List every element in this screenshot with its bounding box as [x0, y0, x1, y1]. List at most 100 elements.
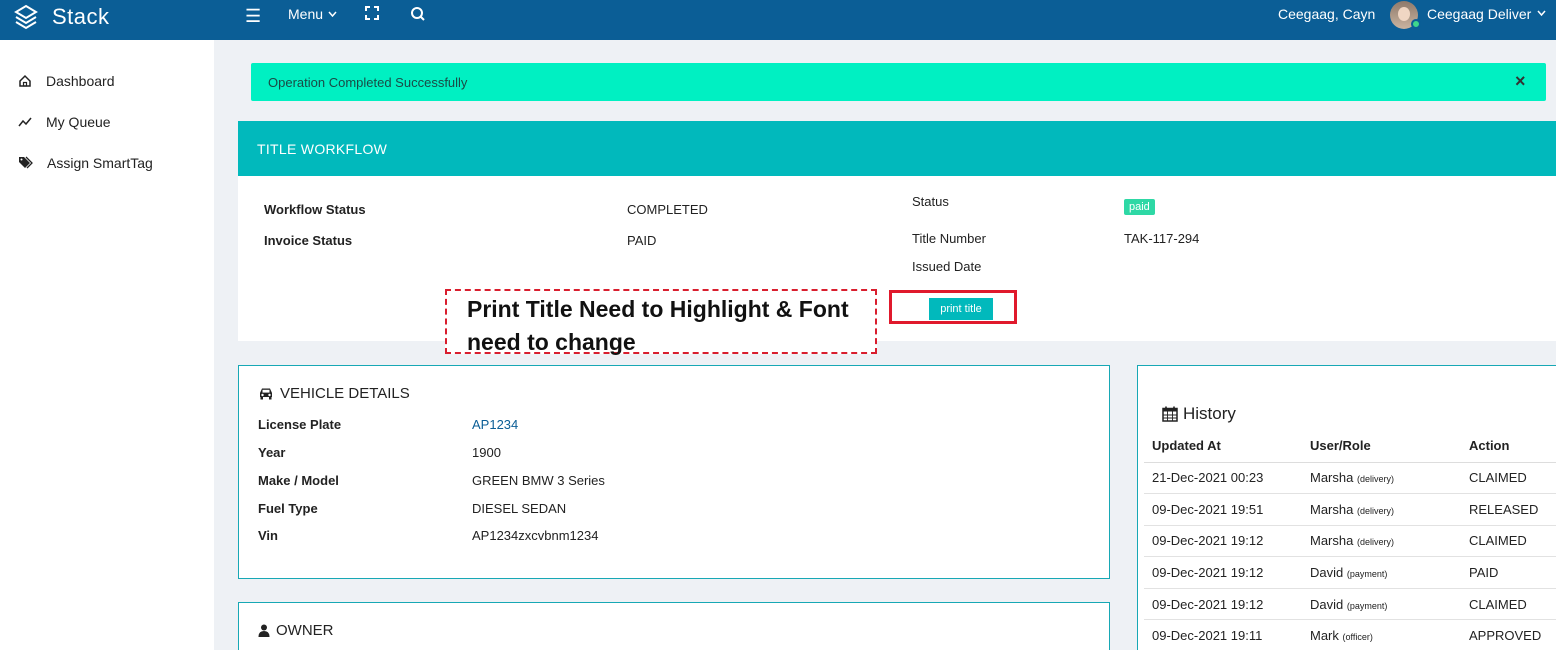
action-cell: RELEASED: [1461, 493, 1556, 526]
history-card: History Updated At User/Role Action 21-D…: [1137, 365, 1556, 650]
owner-title: OWNER: [276, 622, 334, 639]
close-icon[interactable]: ×: [1515, 71, 1526, 92]
license-plate-label: License Plate: [258, 417, 342, 432]
card-title: OWNER: [258, 622, 334, 639]
user-icon: [258, 624, 270, 637]
sidebar-item-assign-smarttag[interactable]: Assign SmartTag: [18, 155, 153, 171]
top-bar: Stack ☰ Menu Ceegaag, Cayn Ceegaag Deliv…: [0, 0, 1556, 40]
user-name: Mark: [1310, 628, 1339, 644]
sidebar-item-label: My Queue: [46, 114, 111, 130]
invoice-status-label: Invoice Status: [264, 233, 353, 248]
column-header: Updated At: [1144, 430, 1302, 463]
user-name: Marsha: [1310, 533, 1354, 549]
fuel-type-value: DIESEL SEDAN: [472, 501, 567, 516]
role-dropdown[interactable]: Ceegaag Deliver: [1427, 6, 1546, 22]
action-cell: CLAIMED: [1461, 588, 1556, 621]
make-model-label: Make / Model: [258, 473, 339, 488]
action-cell: CLAIMED: [1461, 462, 1556, 495]
role-tag: (delivery): [1356, 474, 1394, 485]
tags-icon: [19, 156, 33, 169]
action-cell: CLAIMED: [1461, 525, 1556, 558]
table-row: 21-Dec-2021 00:23 Marsha (delivery) CLAIME…: [1144, 462, 1556, 495]
action-cell: PAID: [1461, 556, 1556, 589]
user-role-cell: Marsha (delivery): [1302, 462, 1461, 495]
updated-at-cell: 09-Dec-2021 19:12: [1144, 525, 1302, 558]
status-label: Status: [912, 194, 949, 209]
column-header: User/Role: [1302, 430, 1461, 463]
issued-date-label: Issued Date: [912, 259, 982, 274]
menu-dropdown[interactable]: Menu: [288, 6, 337, 22]
user-name: David: [1310, 565, 1344, 581]
table-row: 09-Dec-2021 19:12 David (payment) CLAIMED: [1144, 588, 1556, 621]
updated-at-cell: 09-Dec-2021 19:11: [1144, 619, 1302, 650]
table-header-row: Updated At User/Role Action: [1144, 430, 1556, 463]
updated-at-cell: 21-Dec-2021 00:23: [1144, 462, 1302, 495]
role-tag: (payment): [1346, 569, 1388, 580]
chevron-down-icon: [1537, 10, 1546, 17]
search-icon[interactable]: [410, 6, 426, 25]
year-value: 1900: [472, 445, 501, 460]
user-role-cell: Marsha (delivery): [1302, 525, 1461, 558]
title-number-label: Title Number: [912, 231, 986, 246]
owner-card: OWNER: [238, 602, 1110, 650]
user-role-cell: David (payment): [1302, 588, 1461, 621]
card-title: VEHICLE DETAILS: [258, 385, 410, 402]
fullscreen-icon[interactable]: [364, 5, 380, 24]
workflow-status-label: Workflow Status: [264, 202, 366, 217]
table-row: 09-Dec-2021 19:11 Mark (officer) APPROVED: [1144, 619, 1556, 650]
user-role-cell: David (payment): [1302, 556, 1461, 589]
card-title: History: [1162, 404, 1236, 424]
updated-at-cell: 09-Dec-2021 19:12: [1144, 556, 1302, 589]
column-header: Action: [1461, 430, 1556, 463]
chevron-down-icon: [328, 11, 337, 17]
calendar-icon: [1162, 406, 1178, 422]
workflow-status-value: COMPLETED: [627, 202, 708, 217]
alert-message: Operation Completed Successfully: [268, 75, 468, 90]
vin-value: AP1234zxcvbnm1234: [472, 528, 599, 543]
sidebar-item-my-queue[interactable]: My Queue: [18, 114, 111, 130]
vin-label: Vin: [258, 528, 278, 543]
user-name: Marsha: [1310, 470, 1354, 486]
updated-at-cell: 09-Dec-2021 19:12: [1144, 588, 1302, 621]
user-role-cell: Mark (officer): [1302, 619, 1461, 650]
invoice-status-value: PAID: [627, 233, 657, 248]
trend-line-icon: [18, 117, 32, 127]
stack-logo-icon: [14, 4, 38, 30]
brand[interactable]: Stack: [14, 4, 110, 30]
role-tag: (payment): [1346, 600, 1388, 611]
hamburger-menu-icon[interactable]: ☰: [245, 6, 261, 27]
make-model-value: GREEN BMW 3 Series: [472, 473, 605, 488]
table-row: 09-Dec-2021 19:12 Marsha (delivery) CLAIME…: [1144, 525, 1556, 558]
role-tag: (officer): [1342, 632, 1373, 643]
sidebar-item-label: Assign SmartTag: [47, 155, 153, 171]
user-name: David: [1310, 596, 1344, 612]
status-badge: paid: [1124, 199, 1155, 215]
updated-at-cell: 09-Dec-2021 19:51: [1144, 493, 1302, 526]
vehicle-details-card: VEHICLE DETAILS License Plate AP1234 Yea…: [238, 365, 1110, 579]
history-title: History: [1183, 404, 1236, 423]
history-table: Updated At User/Role Action 21-Dec-2021 …: [1144, 430, 1556, 650]
print-title-button[interactable]: print title: [929, 298, 993, 320]
role-tag: (delivery): [1356, 505, 1394, 516]
car-icon: [260, 388, 272, 400]
sidebar: Dashboard My Queue Assign SmartTag: [0, 40, 214, 650]
role-tag: (delivery): [1356, 537, 1394, 548]
role-name: Ceegaag Deliver: [1427, 6, 1532, 22]
user-name: Ceegaag, Cayn: [1278, 6, 1376, 22]
success-alert: Operation Completed Successfully ×: [251, 63, 1546, 101]
sidebar-item-dashboard[interactable]: Dashboard: [18, 73, 115, 89]
online-status-dot: [1411, 19, 1421, 29]
user-name: Marsha: [1310, 501, 1354, 517]
annotation-text: Print Title Need to Highlight & Font nee…: [467, 296, 849, 355]
table-row: 09-Dec-2021 19:12 David (payment) PAID: [1144, 556, 1556, 589]
card-title: TITLE WORKFLOW: [257, 141, 388, 157]
license-plate-link[interactable]: AP1234: [472, 417, 518, 432]
vehicle-title: VEHICLE DETAILS: [280, 385, 410, 402]
sidebar-item-label: Dashboard: [46, 73, 115, 89]
home-icon: [19, 74, 31, 87]
action-cell: APPROVED: [1461, 619, 1556, 650]
year-label: Year: [258, 445, 286, 460]
card-header: TITLE WORKFLOW: [238, 121, 1556, 176]
user-role-cell: Marsha (delivery): [1302, 493, 1461, 526]
fuel-type-label: Fuel Type: [258, 501, 318, 516]
